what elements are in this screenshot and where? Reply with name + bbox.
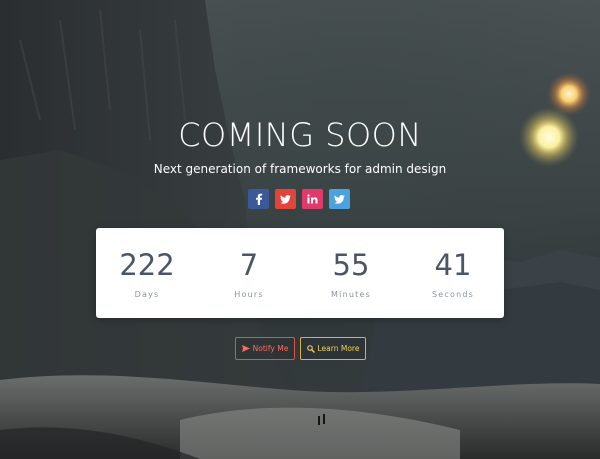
send-icon: [241, 345, 250, 352]
learn-more-button[interactable]: Learn More: [300, 337, 366, 360]
minutes-label: Minutes: [331, 290, 371, 299]
social-links: [248, 189, 350, 209]
twitter-button[interactable]: [275, 189, 296, 209]
linkedin-icon: [307, 194, 318, 204]
countdown-seconds: 41 Seconds: [402, 228, 504, 318]
countdown-hours: 7 Hours: [198, 228, 300, 318]
page-subtitle: Next generation of frameworks for admin …: [153, 162, 447, 176]
hours-value: 7: [239, 248, 259, 282]
facebook-icon: [255, 193, 262, 205]
notify-me-button[interactable]: Notify Me: [235, 337, 295, 360]
twitter-alt-button[interactable]: [329, 189, 350, 209]
countdown-card: 222 Days 7 Hours 55 Minutes 41 Seconds: [96, 228, 504, 318]
seconds-label: Seconds: [431, 290, 474, 299]
notify-me-label: Notify Me: [252, 344, 289, 353]
days-value: 222: [119, 248, 175, 282]
countdown-days: 222 Days: [96, 228, 198, 318]
twitter-icon: [334, 194, 345, 204]
days-label: Days: [134, 290, 160, 299]
coming-soon-page: COMING SOON Next generation of framework…: [0, 0, 600, 459]
twitter-icon: [280, 194, 291, 204]
linkedin-button[interactable]: [302, 189, 323, 209]
countdown-minutes: 55 Minutes: [300, 228, 402, 318]
facebook-button[interactable]: [248, 189, 269, 209]
seconds-value: 41: [434, 248, 472, 282]
page-title: COMING SOON: [178, 116, 422, 154]
search-icon: [306, 344, 315, 353]
minutes-value: 55: [332, 248, 370, 282]
hours-label: Hours: [234, 290, 264, 299]
action-buttons: Notify Me Learn More: [235, 337, 366, 360]
learn-more-label: Learn More: [317, 344, 360, 353]
